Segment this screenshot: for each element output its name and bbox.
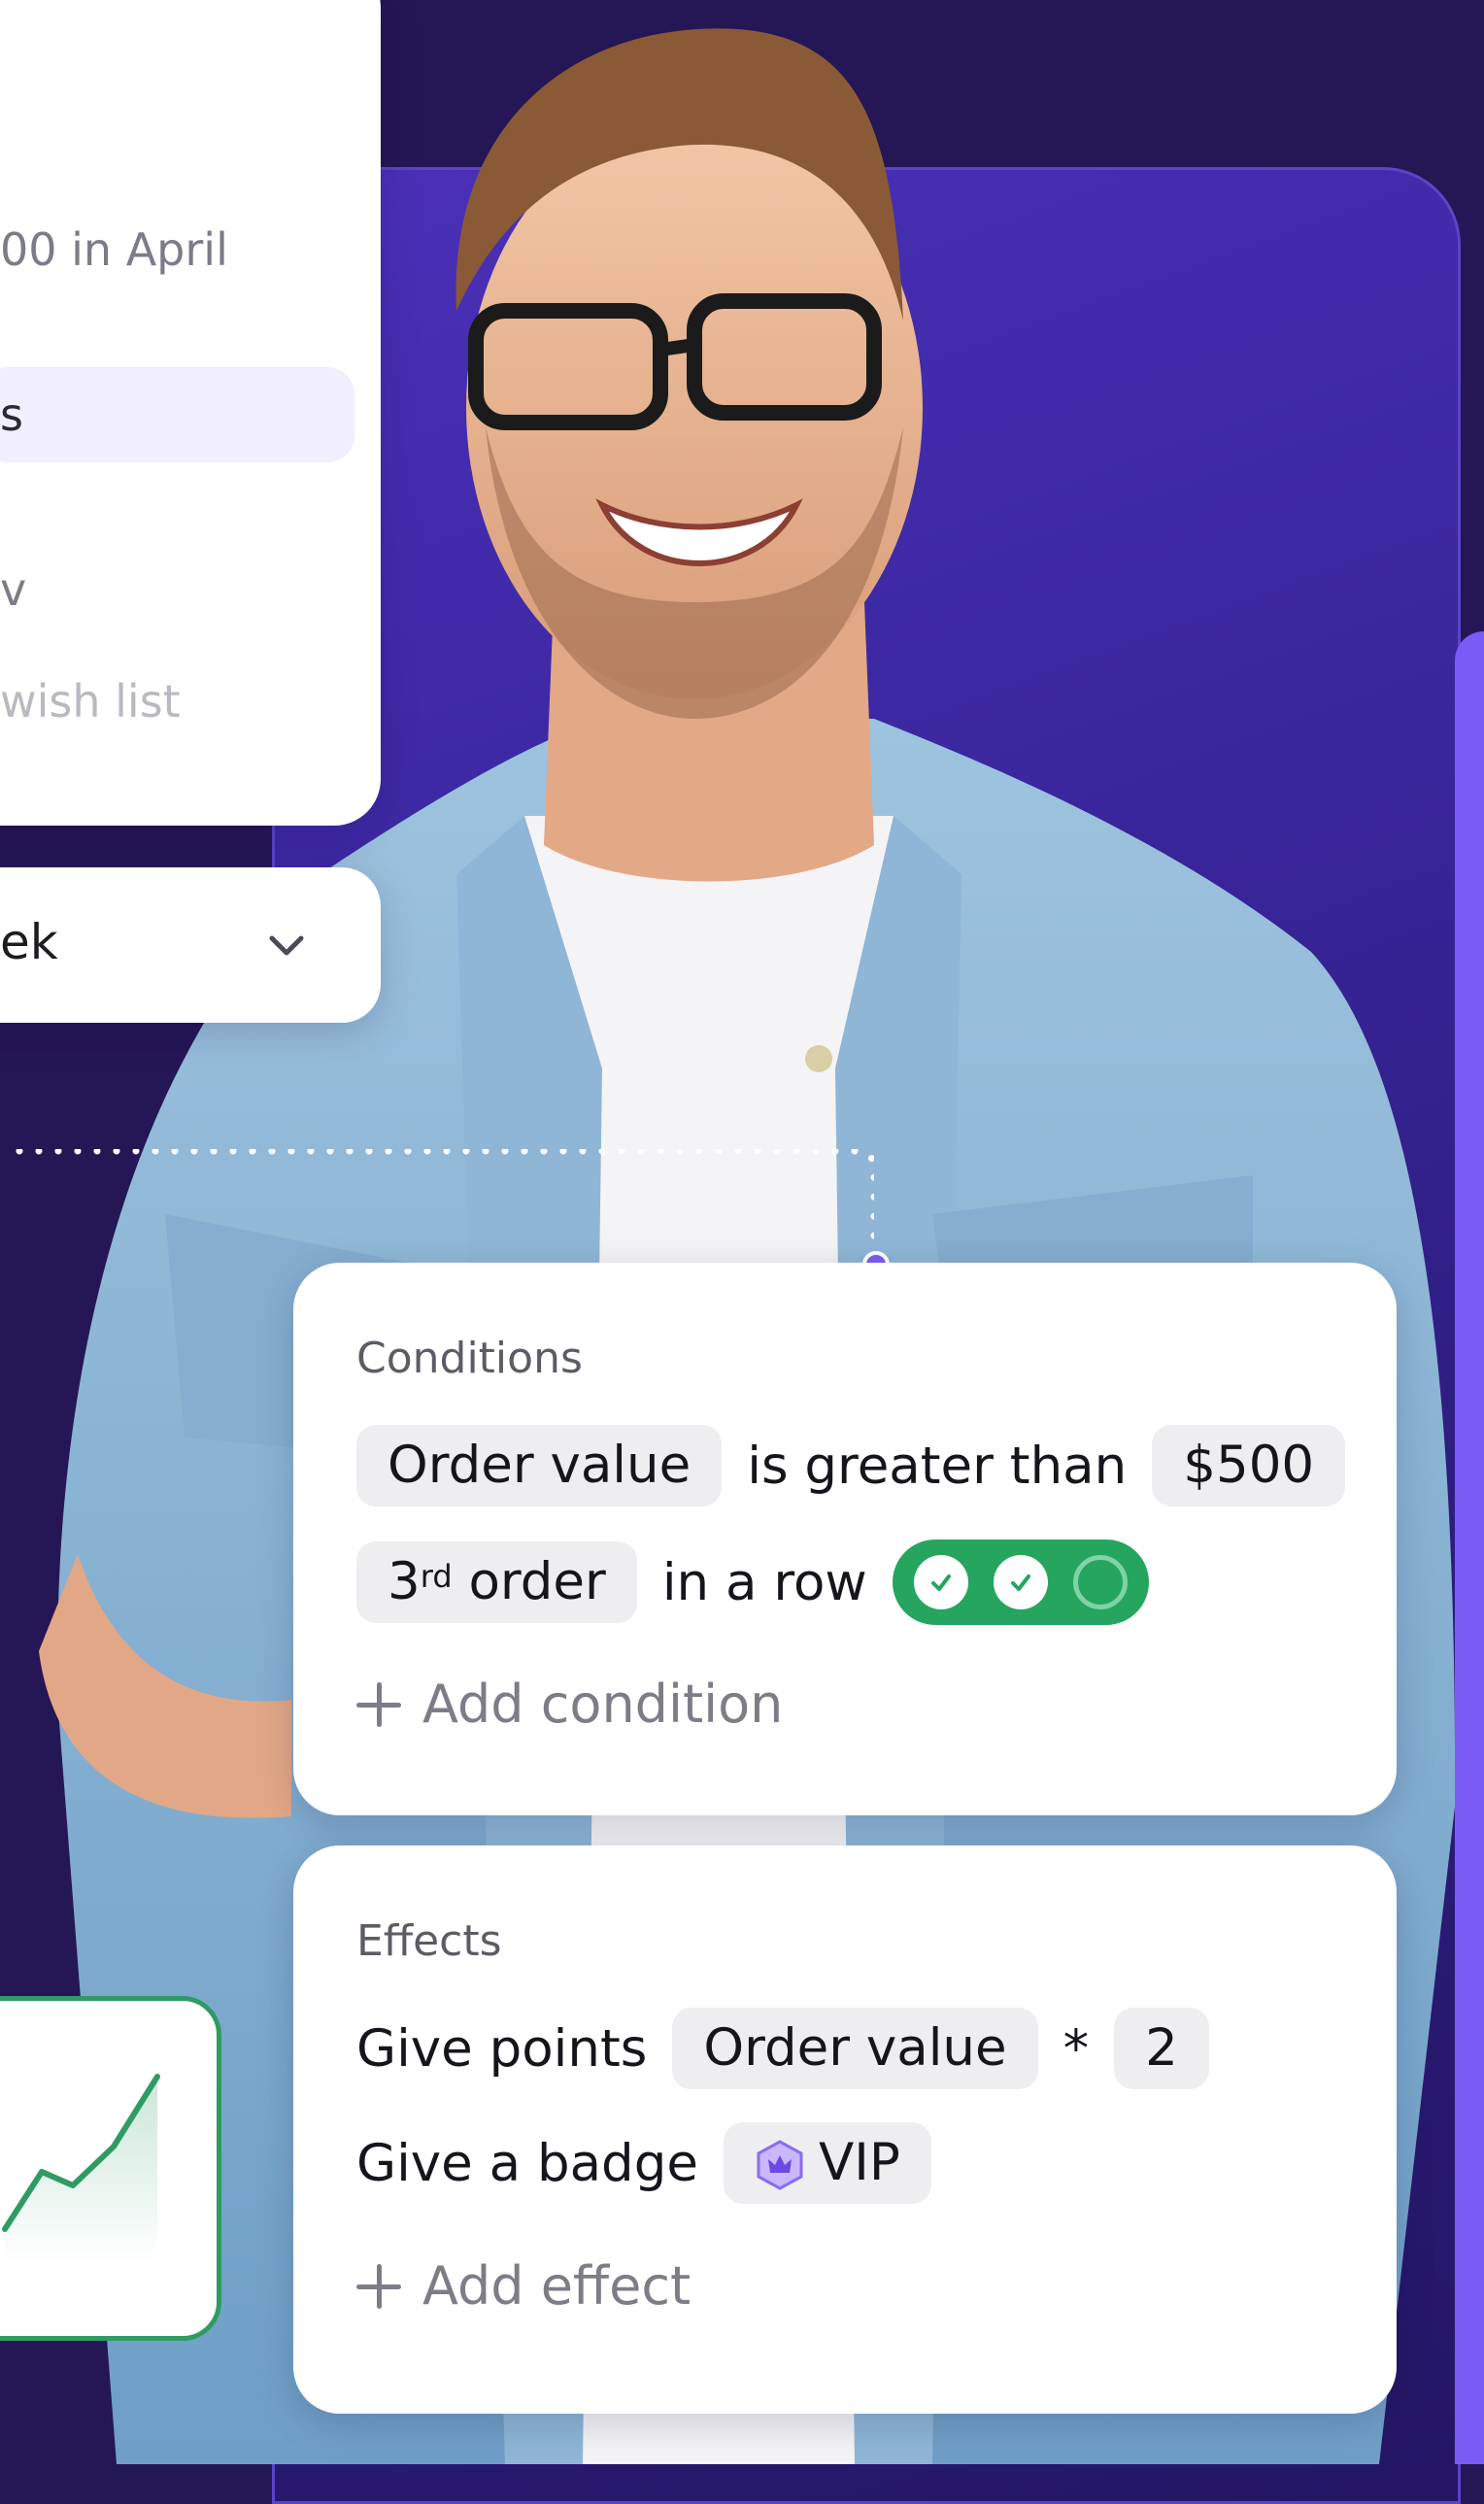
add-condition-label: Add condition <box>422 1674 784 1735</box>
trend-chart-card <box>0 1996 221 2341</box>
effect-row-1: Give points Order value * 2 <box>356 2008 1209 2089</box>
menu-highlight <box>0 367 354 462</box>
conditions-card: Conditions Order value is greater than $… <box>293 1263 1397 1815</box>
filter-menu-card: 00 in April s v wish list <box>0 0 381 826</box>
multiplier-chip[interactable]: 2 <box>1114 2008 1209 2089</box>
condition-row-1: Order value is greater than $500 <box>356 1425 1346 1506</box>
check-circle-icon <box>993 1555 1048 1609</box>
trend-line <box>2 2074 160 2263</box>
badge-chip[interactable]: VIP <box>723 2122 931 2204</box>
effects-title: Effects <box>356 1916 502 1966</box>
period-select-value: ek <box>0 914 58 970</box>
give-points-label: Give points <box>356 2018 648 2079</box>
streak-indicator <box>892 1540 1149 1625</box>
chevron-down-icon <box>269 935 304 956</box>
add-condition-button[interactable]: Add condition <box>356 1674 783 1735</box>
effects-card: Effects Give points Order value * 2 Give… <box>293 1845 1397 2414</box>
menu-item-1[interactable]: 00 in April <box>0 223 228 276</box>
badge-name: VIP <box>818 2133 900 2192</box>
in-a-row-label: in a row <box>661 1552 867 1612</box>
ordinal-chip[interactable]: 3rd order <box>356 1541 637 1623</box>
menu-item-2[interactable]: s <box>0 389 23 441</box>
period-select[interactable]: ek <box>0 867 381 1023</box>
effect-field-chip[interactable]: Order value <box>672 2008 1038 2089</box>
menu-item-4[interactable]: wish list <box>0 675 181 728</box>
plus-icon <box>356 2263 401 2309</box>
empty-circle-icon <box>1072 1555 1128 1609</box>
effect-row-2: Give a badge VIP <box>356 2122 931 2204</box>
crown-badge-icon <box>757 2140 803 2191</box>
condition-operator[interactable]: is greater than <box>747 1437 1127 1496</box>
menu-item-3[interactable]: v <box>0 563 26 616</box>
conditions-title: Conditions <box>356 1334 583 1383</box>
multiply-operator: * <box>1062 2018 1090 2079</box>
condition-value-chip[interactable]: $500 <box>1152 1425 1346 1506</box>
condition-row-2: 3rd order in a row <box>356 1540 1149 1625</box>
give-badge-label: Give a badge <box>356 2133 698 2193</box>
edge-accent-strip <box>1455 631 1484 2464</box>
add-effect-label: Add effect <box>422 2255 691 2317</box>
add-effect-button[interactable]: Add effect <box>356 2255 691 2317</box>
condition-field-chip[interactable]: Order value <box>356 1425 723 1506</box>
plus-icon <box>356 1681 401 1727</box>
ordinal-suffix: rd <box>420 1558 453 1595</box>
check-circle-icon <box>913 1555 968 1609</box>
ordinal-tail: order <box>468 1552 606 1611</box>
connector-line <box>16 1149 874 1256</box>
ordinal-number: 3 <box>388 1552 421 1611</box>
